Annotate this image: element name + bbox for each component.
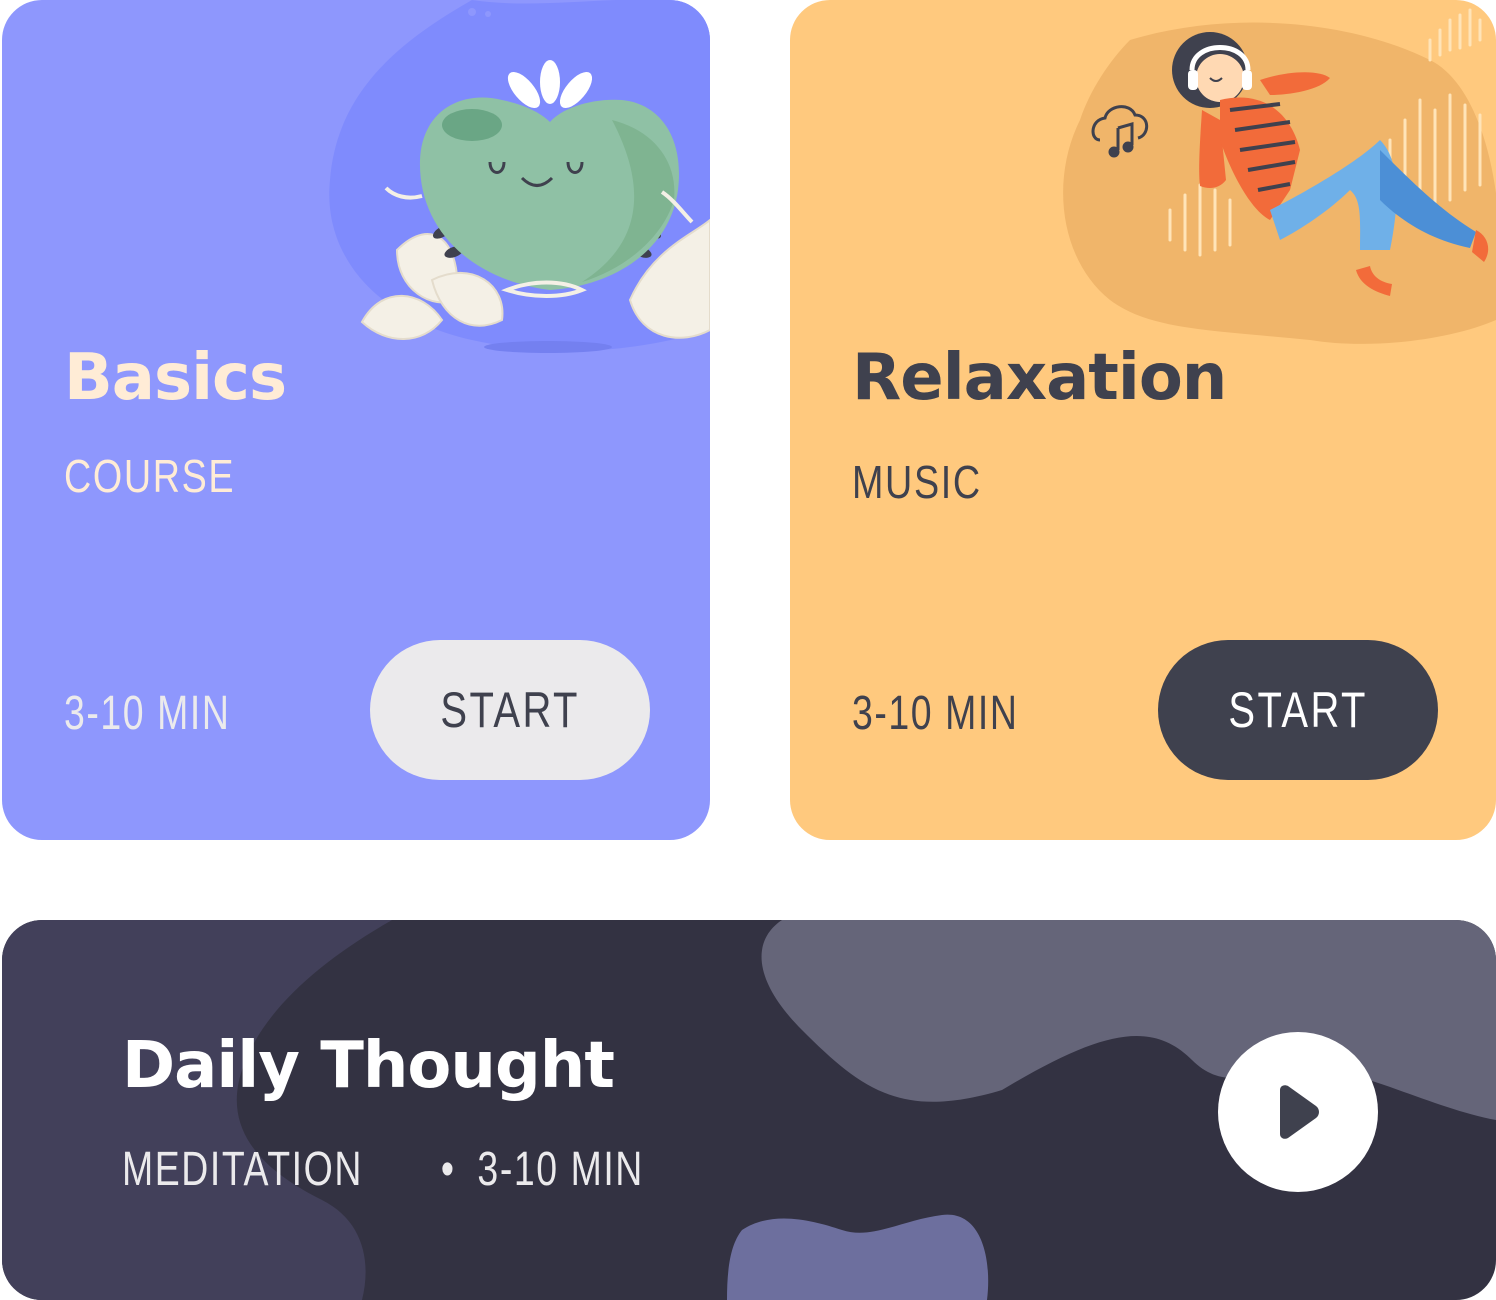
card-title: Relaxation [852,341,1227,415]
start-button-label: START [1228,682,1368,738]
card-duration: 3-10 MIN [852,687,1019,740]
daily-thought-card[interactable]: Daily Thought MEDITATION • 3-10 MIN [2,920,1496,1300]
card-title: Basics [64,341,287,415]
card-category: COURSE [64,450,236,502]
meta-separator: • [440,1143,456,1196]
daily-duration: 3-10 MIN [477,1143,644,1196]
card-duration: 3-10 MIN [64,687,231,740]
basics-card[interactable]: Basics COURSE 3-10 MIN START [2,0,710,840]
start-button-label: START [440,682,580,738]
relaxation-start-button[interactable]: START [1158,640,1438,780]
daily-category: MEDITATION [122,1143,363,1196]
card-category: MUSIC [852,456,982,508]
daily-title: Daily Thought [122,1029,615,1103]
basics-start-button[interactable]: START [370,640,650,780]
play-button[interactable] [1218,1032,1378,1192]
relaxation-card[interactable]: Relaxation MUSIC 3-10 MIN START [790,0,1496,840]
daily-meta: MEDITATION • 3-10 MIN [122,1142,644,1198]
play-icon [1280,1085,1319,1139]
